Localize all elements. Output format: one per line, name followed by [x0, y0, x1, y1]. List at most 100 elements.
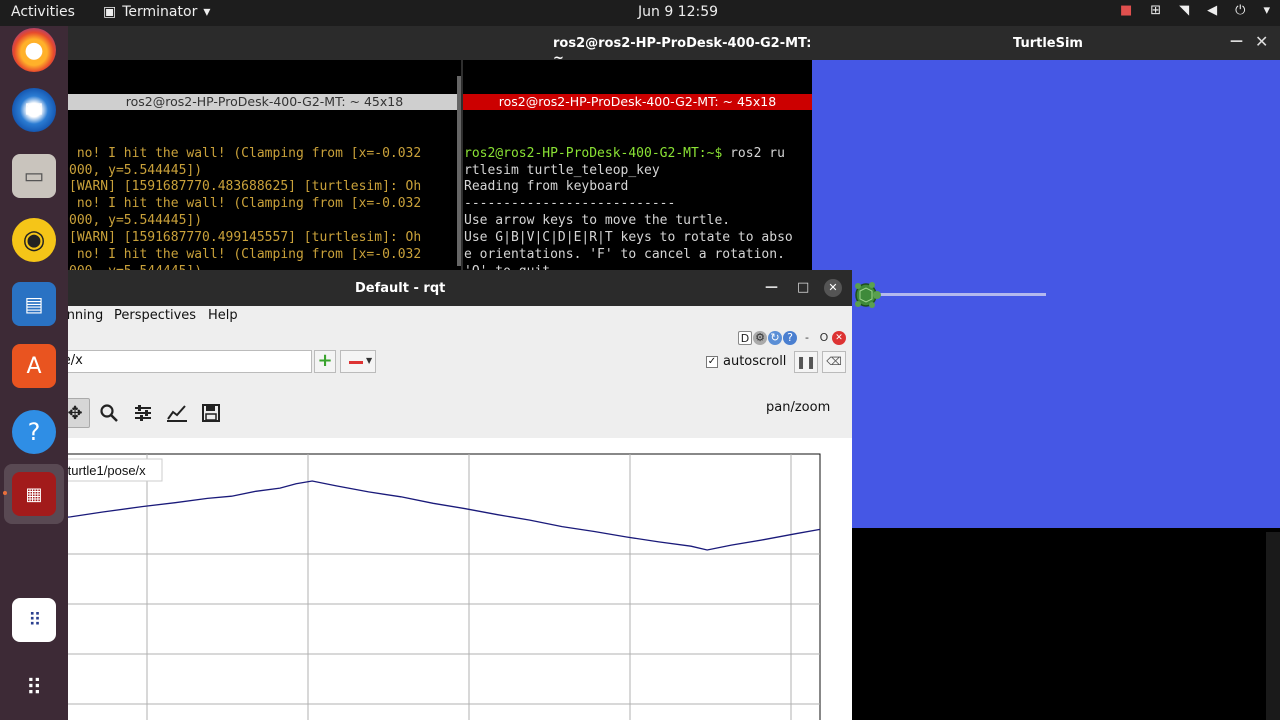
autoscroll-toggle[interactable]: ✓ autoscroll	[706, 354, 786, 369]
terminal-line: Use arrow keys to move the turtle.	[464, 213, 731, 229]
terminal-line: ---------------------------	[464, 196, 676, 212]
firefox-icon[interactable]: ●	[12, 28, 56, 72]
edit-axes-button[interactable]	[162, 398, 192, 428]
toolbar-mode-label: pan/zoom	[766, 400, 831, 415]
software-icon[interactable]: A	[12, 344, 56, 388]
reload-icon[interactable]: ↻	[768, 331, 782, 345]
rqt-titlebar[interactable]: Default - rqt — □ ✕	[0, 270, 852, 306]
terminal-output-left: no! I hit the wall! (Clamping from [x=-0…	[68, 144, 461, 276]
shell-command: ros2 ru	[722, 145, 785, 161]
help-icon[interactable]: ?	[783, 331, 797, 345]
shell-prompt: ros2@ros2-HP-ProDesk-400-G2-MT:~$	[464, 145, 723, 161]
zoom-button[interactable]	[94, 398, 124, 428]
minimize-icon[interactable]: —	[1230, 34, 1243, 49]
turtlesim-window: TurtleSim — ✕	[812, 26, 1280, 720]
teleop-output: rtlesim turtle_teleop_key Reading from k…	[464, 163, 793, 276]
rqt-menubar: ug Running Perspectives Help	[0, 306, 852, 328]
move-icon: ✥	[67, 402, 83, 424]
terminator-titlebar[interactable]: ros2@ros2-HP-ProDesk-400-G2-MT: ~	[68, 26, 812, 66]
terminal-pane-right[interactable]: ros2@ros2-HP-ProDesk-400-G2-MT: ~ 45x18 …	[463, 60, 812, 276]
pane-title-left: ros2@ros2-HP-ProDesk-400-G2-MT: ~ 45x18	[68, 93, 461, 110]
volume-icon: ◀	[1207, 3, 1218, 18]
topic-input[interactable]: se/x	[52, 350, 312, 373]
minus-icon	[349, 361, 363, 364]
close-icon[interactable]: ✕	[1255, 32, 1268, 51]
remove-topic-button[interactable]: ▼	[340, 350, 376, 373]
activities-button[interactable]: Activities	[11, 4, 75, 20]
system-tray[interactable]: ■ ⊞ ◥ ◀ ⏻ ▾	[1120, 3, 1270, 18]
turtlesim-titlebar[interactable]: TurtleSim — ✕	[812, 26, 1280, 60]
writer-icon[interactable]: ▤	[12, 282, 56, 326]
sliders-icon	[135, 405, 151, 421]
plot-frame	[13, 453, 821, 720]
rhythmbox-icon[interactable]: ◉	[12, 218, 56, 262]
running-indicator	[3, 491, 7, 495]
network-icon: ⊞	[1150, 3, 1162, 18]
terminal-line: 000, y=5.544445])	[69, 162, 203, 178]
subplots-button[interactable]	[128, 398, 158, 428]
show-applications-icon[interactable]: ⠿	[12, 666, 56, 710]
turtlesim-canvas	[812, 60, 1280, 528]
camera-icon: ■	[1119, 3, 1133, 18]
autoscroll-checkbox[interactable]: ✓	[706, 355, 718, 368]
search-icon	[100, 404, 118, 422]
pause-icon: ❚❚	[795, 355, 817, 369]
save-button[interactable]	[196, 398, 226, 428]
app-menu[interactable]: ▣ Terminator ▾	[103, 4, 210, 20]
plugin-dash[interactable]: -	[798, 331, 816, 345]
maximize-icon[interactable]: □	[797, 280, 809, 295]
menu-help[interactable]: Help	[208, 308, 238, 323]
terminal-line: no! I hit the wall! (Clamping from [x=-0…	[69, 196, 422, 212]
caret-down-icon: ▼	[366, 356, 373, 365]
help-icon[interactable]: ?	[12, 410, 56, 454]
app-grid-dots-icon[interactable]: ⠿	[12, 598, 56, 642]
rqt-window: Default - rqt — □ ✕ ug Running Perspecti…	[0, 270, 852, 720]
terminal-icon: ▣	[103, 4, 117, 20]
terminal-line: no! I hit the wall! (Clamping from [x=-0…	[69, 145, 422, 161]
pause-button[interactable]: ❚❚	[794, 351, 818, 373]
line-chart[interactable]: /turtle1/pose/x	[0, 438, 852, 720]
close-plugin-icon[interactable]: ✕	[832, 331, 846, 345]
add-topic-button[interactable]: +	[314, 350, 336, 373]
plot-area[interactable]: /turtle1/pose/x	[0, 438, 852, 720]
terminal-output-right: ros2@ros2-HP-ProDesk-400-G2-MT:~$ ros2 r…	[463, 144, 812, 276]
matplotlib-toolbar: ✥	[60, 398, 226, 428]
help-config-icon[interactable]: ⚙	[753, 331, 767, 345]
close-icon[interactable]: ✕	[824, 279, 842, 297]
minimize-icon[interactable]: —	[765, 280, 778, 295]
legend-label: /turtle1/pose/x	[64, 463, 146, 478]
rqt-title: Default - rqt	[355, 281, 446, 296]
dock: ● ✉ ▭ ◉ ▤ A ? ▦ ⠿ ⠿	[0, 26, 68, 720]
autoscroll-label: autoscroll	[723, 354, 787, 369]
terminator-window: ros2@ros2-HP-ProDesk-400-G2-MT: ~ ros2@r…	[68, 26, 812, 276]
plugin-d-button[interactable]: D	[738, 331, 752, 345]
desktop: Activities ▣ Terminator ▾ Jun 9 12:59 ■ …	[0, 0, 1280, 720]
terminal-line: rtlesim turtle_teleop_key	[464, 162, 660, 178]
clear-icon: ⌫	[826, 355, 842, 368]
caret-down-icon: ▾	[203, 4, 211, 20]
app-menu-label: Terminator	[122, 4, 198, 20]
pane-title-right: ros2@ros2-HP-ProDesk-400-G2-MT: ~ 45x18	[463, 93, 812, 110]
terminal-line: [WARN] [1591687770.483688625] [turtlesim…	[69, 179, 422, 195]
turtlesim-scrollbar[interactable]	[1266, 532, 1280, 720]
thunderbird-icon[interactable]: ✉	[12, 88, 56, 132]
files-icon[interactable]: ▭	[12, 154, 56, 198]
chevron-down-icon: ▾	[1263, 3, 1270, 18]
terminal-line: Use G|B|V|C|D|E|R|T keys to rotate to ab…	[464, 230, 793, 246]
terminal-line: Reading from keyboard	[464, 179, 629, 195]
clock[interactable]: Jun 9 12:59	[638, 4, 718, 20]
terminal-pane-left[interactable]: ros2@ros2-HP-ProDesk-400-G2-MT: ~ 45x18 …	[68, 60, 461, 276]
terminal-line: 000, y=5.544445])	[69, 213, 203, 229]
power-icon: ⏻	[1235, 3, 1246, 18]
terminal-line: [WARN] [1591687770.499145557] [turtlesim…	[69, 230, 422, 246]
terminal-line: no! I hit the wall! (Clamping from [x=-0…	[69, 247, 422, 263]
scrollbar-left[interactable]	[457, 76, 461, 266]
terminator-icon[interactable]: ▦	[12, 472, 56, 516]
clear-button[interactable]: ⌫	[822, 351, 846, 373]
plugin-o[interactable]: O	[817, 331, 831, 345]
turtle-trail	[878, 293, 1046, 296]
menu-perspectives[interactable]: Perspectives	[114, 308, 196, 323]
turtle-icon	[855, 282, 881, 308]
turtlesim-title: TurtleSim	[1013, 36, 1083, 51]
save-icon	[202, 404, 220, 422]
